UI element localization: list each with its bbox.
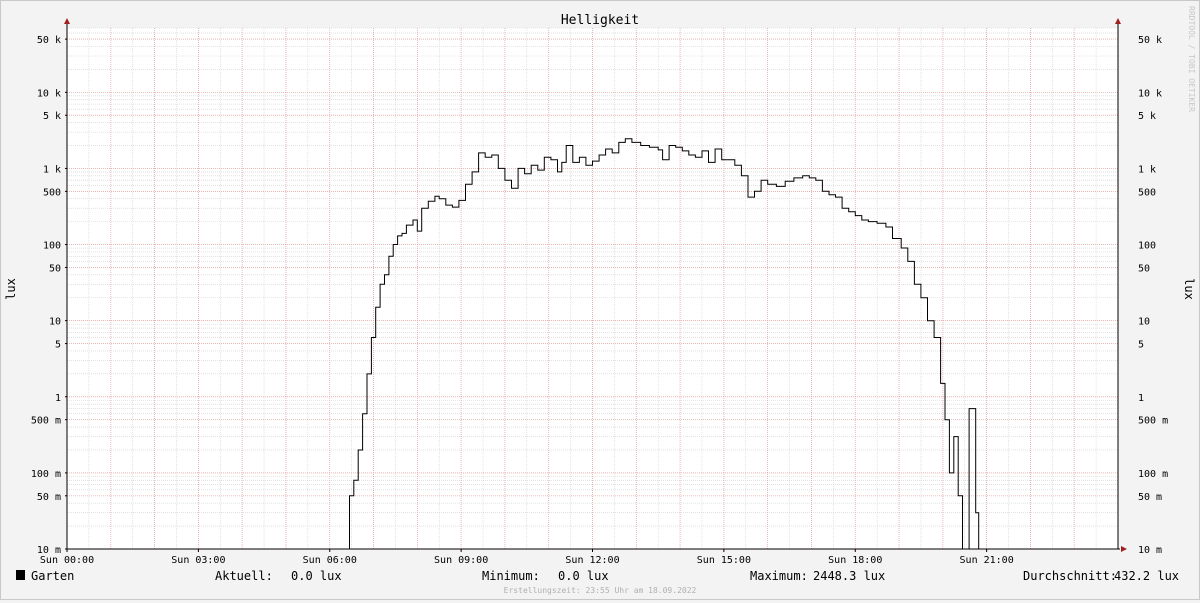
- y-tick-label-left: 1 k: [43, 164, 61, 175]
- legend-min-value: 0.0 lux: [558, 569, 609, 583]
- x-tick-label: Sun 15:00: [697, 555, 751, 566]
- legend-avg-label: Durchschnitt:: [1023, 569, 1117, 583]
- y-tick-label-right: 10: [1138, 317, 1150, 328]
- y-tick-label-left: 10 k: [37, 88, 61, 99]
- y-tick-label-left: 100 m: [31, 469, 61, 480]
- y-tick-label-right: 100 m: [1138, 469, 1168, 480]
- y-tick-label-right: 50 m: [1138, 492, 1162, 503]
- y-tick-label-right: 1: [1138, 393, 1144, 404]
- y-tick-label-right: 50 k: [1138, 35, 1162, 46]
- y-tick-label-right: 500: [1138, 187, 1156, 198]
- y-tick-label-right: 5 k: [1138, 111, 1156, 122]
- legend-avg-value: 432.2 lux: [1114, 569, 1179, 583]
- y-tick-label-left: 500: [43, 187, 61, 198]
- y-ticks-right: 10 m 50 m 100 m 500 m 1 5 10 50 100 500 1 k 5 k 10 k…: [1138, 35, 1168, 556]
- x-tick-label: Sun 06:00: [303, 555, 357, 566]
- y-tick-label-right: 1 k: [1138, 164, 1156, 175]
- legend-max-label: Maximum:: [750, 569, 808, 583]
- x-tick-label: Sun 00:00: [40, 555, 94, 566]
- legend-current-label: Aktuell:: [215, 569, 273, 583]
- y-axis-arrow-right-icon: [1115, 18, 1121, 24]
- y-tick-label-right: 5: [1138, 340, 1144, 351]
- y-tick-label-left: 1: [55, 393, 61, 404]
- x-tick-label: Sun 12:00: [565, 555, 619, 566]
- x-ticks: Sun 00:00 Sun 03:00 Sun 06:00 Sun 09:00 Sun …: [40, 549, 1014, 566]
- chart-svg: Helligkeit RRDTOOL / TOBI OETIKER 10 m50…: [4, 6, 1196, 595]
- x-tick-label: Sun 21:00: [960, 555, 1014, 566]
- y-ticks-left: 10 m50 m100 m500 m1510501005001 k5 k10 k…: [31, 35, 67, 556]
- y-tick-label-left: 5: [55, 340, 61, 351]
- y-tick-label-left: 5 k: [43, 111, 61, 122]
- y-tick-label-left: 50 m: [37, 492, 61, 503]
- footer-timestamp: Erstellungszeit: 23:55 Uhr am 18.09.2022: [504, 586, 697, 595]
- y-tick-label-right: 100: [1138, 241, 1156, 252]
- legend: Garten Aktuell: 0.0 lux Minimum: 0.0 lux…: [16, 569, 1179, 583]
- chart-title: Helligkeit: [561, 13, 639, 28]
- chart-frame: Helligkeit RRDTOOL / TOBI OETIKER 10 m 50…: [0, 0, 1200, 600]
- y-tick-label-right: 10 k: [1138, 88, 1162, 99]
- legend-swatch: [16, 570, 25, 580]
- y-axis-arrow-left-icon: [64, 18, 70, 24]
- x-axis-arrow-icon: [1121, 546, 1127, 552]
- y-tick-label-left: 50 k: [37, 35, 61, 46]
- x-tick-label: Sun 03:00: [171, 555, 225, 566]
- watermark: RRDTOOL / TOBI OETIKER: [1187, 6, 1196, 112]
- legend-current-value: 0.0 lux: [291, 569, 342, 583]
- y-tick-label-left: 500 m: [31, 416, 61, 427]
- y-tick-label-left: 10: [49, 317, 61, 328]
- legend-series-label: Garten: [31, 569, 74, 583]
- legend-min-label: Minimum:: [482, 569, 540, 583]
- y-tick-label-left: 50: [49, 263, 61, 274]
- y-tick-label-right: 50: [1138, 263, 1150, 274]
- y-axis-label-left: lux: [4, 278, 18, 300]
- y-tick-label-right: 10 m: [1138, 545, 1162, 556]
- y-axis-label-right: lux: [1182, 278, 1196, 300]
- legend-max-value: 2448.3 lux: [813, 569, 885, 583]
- y-tick-label-left: 100: [43, 241, 61, 252]
- x-tick-label: Sun 18:00: [828, 555, 882, 566]
- y-tick-label-right: 500 m: [1138, 416, 1168, 427]
- x-tick-label: Sun 09:00: [434, 555, 488, 566]
